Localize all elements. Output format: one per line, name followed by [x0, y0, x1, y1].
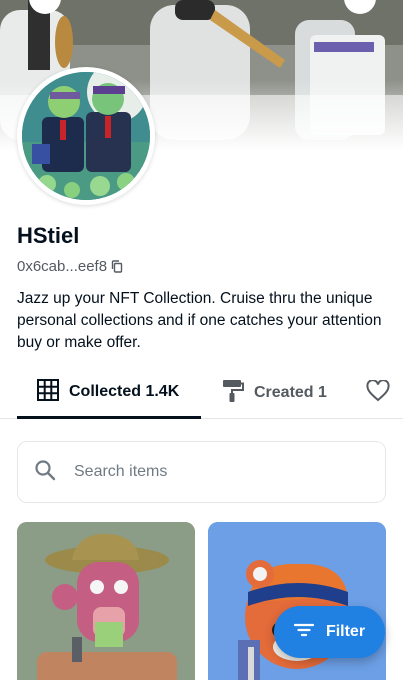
tab-created-label: Created 1 [254, 384, 327, 401]
tab-created[interactable]: Created 1 [222, 368, 327, 418]
profile-tabs: Collected 1.4K Created 1 [0, 368, 403, 419]
nft-card[interactable] [17, 522, 195, 680]
tab-favorited[interactable] [366, 368, 390, 418]
avatar-image [22, 72, 150, 200]
search-input[interactable] [74, 463, 354, 481]
filter-icon [293, 623, 315, 642]
nft-image [17, 522, 195, 680]
grid-icon [37, 378, 59, 406]
profile-page: HStiel 0x6cab...eef8 Jazz up your NFT Co… [0, 0, 403, 680]
paint-roller-icon [222, 379, 244, 408]
copy-icon[interactable] [111, 260, 123, 273]
filter-button[interactable]: Filter [274, 606, 385, 658]
tab-collected[interactable]: Collected 1.4K [17, 368, 201, 419]
heart-icon [366, 378, 390, 407]
search-bar[interactable] [17, 441, 386, 503]
wallet-address-text: 0x6cab...eef8 [17, 258, 108, 275]
avatar[interactable] [17, 67, 155, 205]
search-icon [34, 459, 56, 486]
profile-name: HStiel [17, 223, 80, 248]
filter-label: Filter [325, 623, 366, 640]
tab-collected-label: Collected 1.4K [69, 383, 180, 400]
wallet-address[interactable]: 0x6cab...eef8 [17, 258, 123, 275]
profile-bio: Jazz up your NFT Collection. Cruise thru… [17, 290, 382, 351]
